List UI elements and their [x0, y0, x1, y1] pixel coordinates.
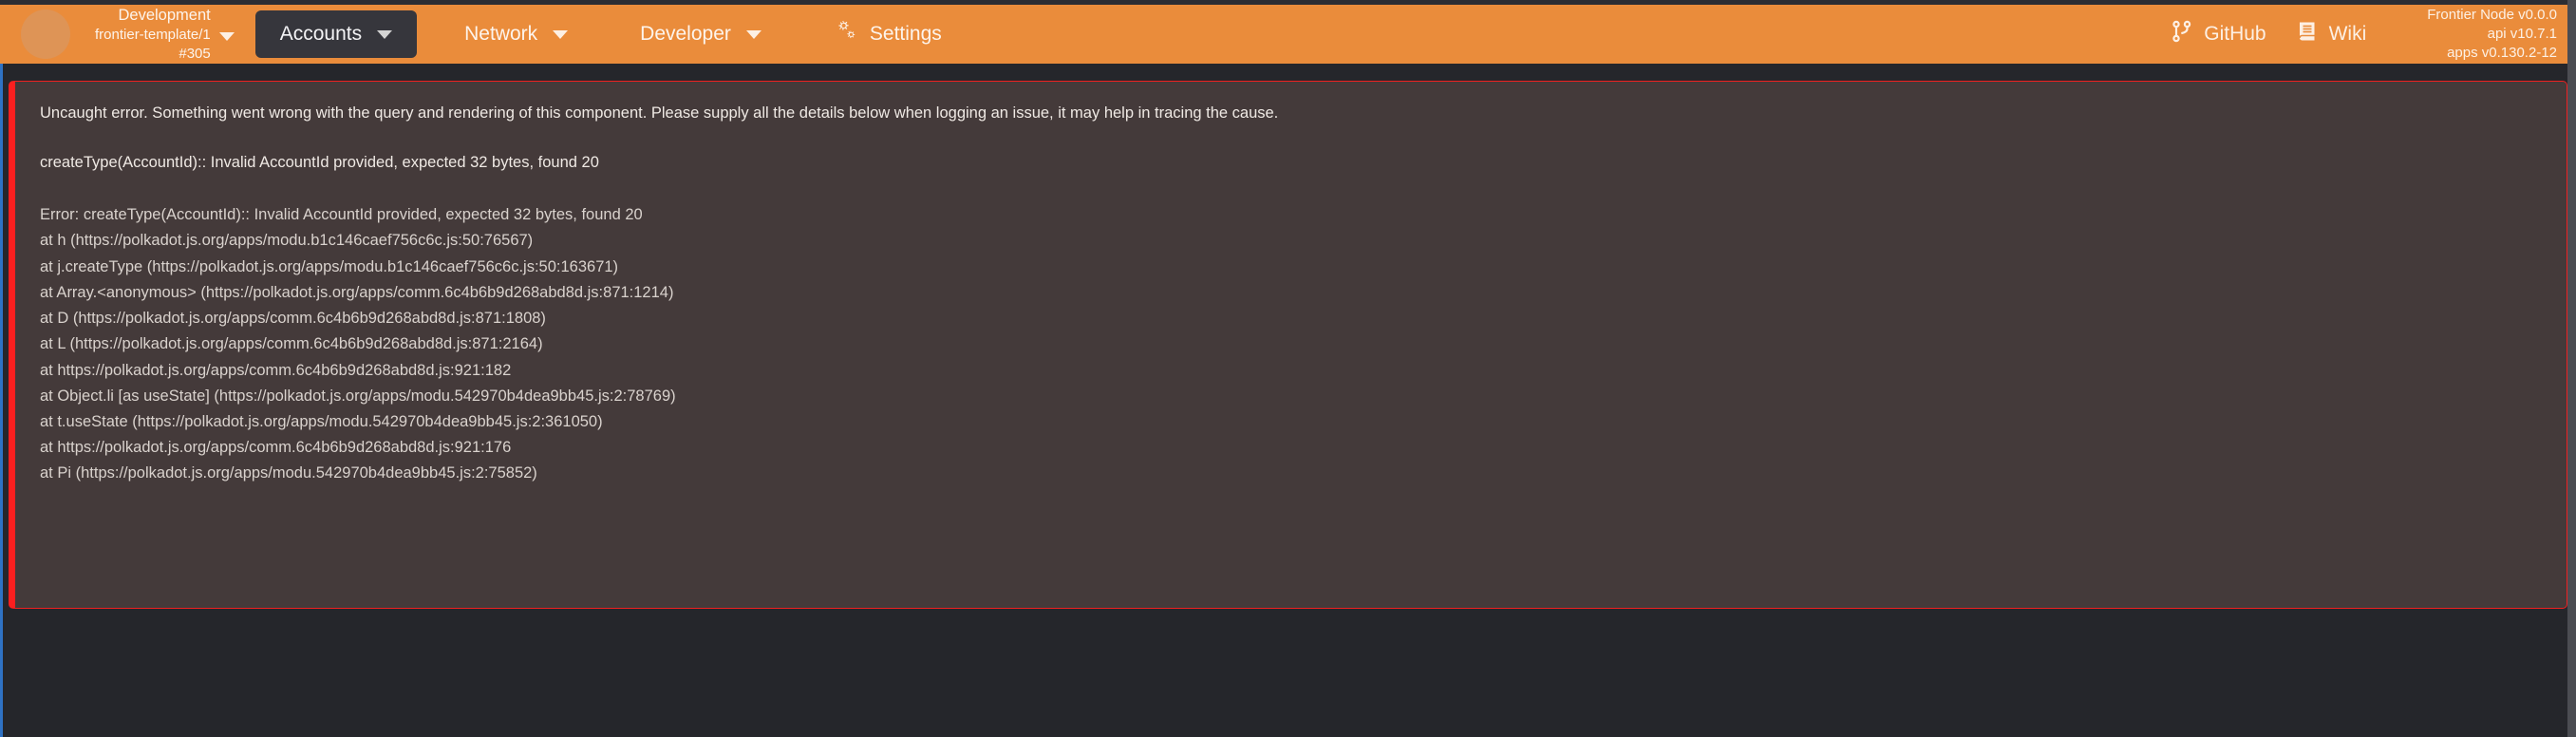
error-summary: Uncaught error. Something went wrong wit…: [40, 104, 1279, 122]
error-stack-line: at h (https://polkadot.js.org/apps/modu.…: [40, 232, 534, 250]
main-nav: Accounts Network Developer Settings: [254, 8, 967, 61]
error-message: createType(AccountId):: Invalid AccountI…: [40, 154, 599, 172]
book-icon: [2297, 20, 2318, 48]
version-info: Frontier Node v0.0.0 api v10.7.1 apps v0…: [2427, 6, 2557, 64]
error-stack-line: at https://polkadot.js.org/apps/comm.6c4…: [40, 439, 512, 457]
page-left-edge: [0, 64, 3, 737]
nav-item-label: Developer: [640, 23, 731, 45]
chevron-down-icon: [377, 29, 393, 39]
chevron-down-icon: [745, 29, 762, 39]
code-branch-icon: [2172, 20, 2192, 48]
link-github[interactable]: GitHub: [2156, 10, 2281, 58]
error-stack-line: at Array.<anonymous> (https://polkadot.j…: [40, 283, 674, 301]
chevron-down-icon: [553, 29, 569, 39]
error-stack-line: at Object.li [as useState] (https://polk…: [40, 387, 676, 405]
nav-item-settings[interactable]: Settings: [809, 8, 967, 61]
error-stack-line: Error: createType(AccountId):: Invalid A…: [40, 206, 643, 224]
nav-item-accounts[interactable]: Accounts: [254, 10, 418, 58]
chain-spec: frontier-template/1: [95, 27, 211, 44]
error-stack-line: at D (https://polkadot.js.org/apps/comm.…: [40, 310, 546, 328]
nav-item-label: Accounts: [279, 23, 363, 45]
link-wiki[interactable]: Wiki: [2282, 10, 2382, 58]
chain-selector[interactable]: Development frontier-template/1 #305: [95, 6, 235, 62]
error-panel: Uncaught error. Something went wrong wit…: [9, 81, 2567, 609]
apps-version: apps v0.130.2-12: [2447, 45, 2557, 62]
nav-item-network[interactable]: Network: [440, 10, 592, 58]
nav-item-label: Network: [464, 23, 538, 45]
error-stack-line: at Pi (https://polkadot.js.org/apps/modu…: [40, 464, 537, 482]
node-version: Frontier Node v0.0.0: [2427, 6, 2557, 23]
error-stack-trace: Error: createType(AccountId):: Invalid A…: [40, 202, 2542, 486]
page-root: Development frontier-template/1 #305 Acc…: [0, 0, 2576, 737]
app-header: Development frontier-template/1 #305 Acc…: [0, 5, 2576, 64]
gears-icon: [834, 20, 858, 48]
chevron-down-icon: [218, 28, 235, 46]
error-stack-line: at https://polkadot.js.org/apps/comm.6c4…: [40, 361, 512, 379]
chain-name: Development: [118, 7, 211, 25]
nav-item-developer[interactable]: Developer: [615, 10, 786, 58]
avatar: [21, 9, 70, 59]
error-stack-line: at L (https://polkadot.js.org/apps/comm.…: [40, 335, 543, 353]
error-stack-line: at j.createType (https://polkadot.js.org…: [40, 257, 619, 275]
link-label: GitHub: [2204, 23, 2266, 45]
header-right-links: GitHub Wiki Frontier Node v0.0.0 api v10…: [2156, 6, 2576, 64]
error-stack-line: at t.useState (https://polkadot.js.org/a…: [40, 412, 603, 430]
api-version: api v10.7.1: [2487, 25, 2557, 42]
nav-item-label: Settings: [869, 23, 942, 45]
vertical-scrollbar[interactable]: [2567, 0, 2576, 737]
chain-info: Development frontier-template/1 #305: [95, 6, 211, 62]
content-spacer: [0, 64, 2576, 81]
link-label: Wiki: [2328, 23, 2367, 45]
chain-block-number: #305: [179, 45, 211, 62]
